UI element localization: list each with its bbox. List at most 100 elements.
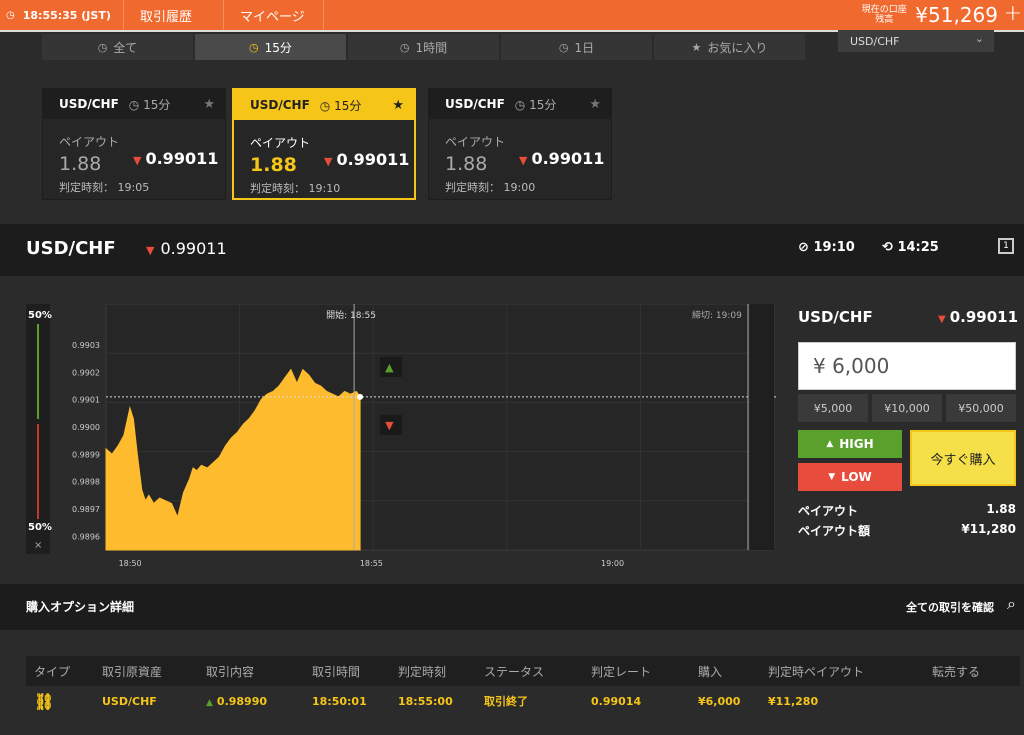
payout-value: 1.88 [59,153,102,175]
table-row[interactable]: ⛓ USD/CHF ▲ 0.98990 18:50:01 18:55:00 取引終… [26,686,1020,716]
pair-select[interactable]: USD/CHF ⌄ [838,30,994,52]
tab-1day[interactable]: ◷ 1日 [501,34,652,60]
option-card-selected[interactable]: USD/CHF ◷ 15分 ★ ペイアウト 1.88 ▼ 0.99011 判定時刻… [232,88,416,200]
low-button[interactable]: ▼ LOW [798,463,902,491]
header-cell: 転売する [932,664,981,679]
close-icon[interactable]: × [34,540,42,551]
star-icon[interactable]: ★ [203,97,215,112]
option-card[interactable]: USD/CHF ◷ 15分 ★ ペイアウト 1.88 ▼ 0.99011 判定時刻… [42,88,226,200]
asset-name: USD/CHF [26,238,116,259]
judge-time: 判定時刻： 19:00 [445,181,536,194]
trades-table: タイプ 取引原資産 取引内容 取引時間 判定時刻 ステータス 判定レート 購入 … [26,656,1020,716]
y-tick-label: 0.9901 [72,396,100,405]
header-cell: 判定時刻 [398,664,447,679]
tab-1hour[interactable]: ◷ 1時間 [348,34,499,60]
buy-now-button[interactable]: 今すぐ購入 [910,430,1016,486]
star-icon: ★ [691,40,702,54]
chevron-down-icon: ⌄ [974,32,984,45]
cell-payout: ¥11,280 [768,694,819,708]
clock-icon: ◷ [514,97,526,112]
star-icon[interactable]: ★ [392,98,404,113]
cell-purchase: ¥6,000 [698,694,741,708]
clock-icon: ◷ [399,40,410,54]
cell-time: 18:50:01 [312,694,367,708]
deposit-plus-button[interactable]: + [1004,2,1022,26]
card-header: USD/CHF ◷ 15分 ★ [234,90,414,120]
payout-value: 1.88 [445,153,488,175]
high-button[interactable]: ▲ HIGH [798,430,902,458]
quick-amount-50000[interactable]: ¥50,000 [946,394,1016,422]
mypage-link[interactable]: マイページ [224,0,324,30]
rate: ▼ 0.99011 [519,149,605,168]
gauge-bottom: 50% [28,522,52,533]
option-card[interactable]: USD/CHF ◷ 15分 ★ ペイアウト 1.88 ▼ 0.99011 判定時刻… [428,88,612,200]
tab-all[interactable]: ◷ 全て [42,34,193,60]
history-icon: ⟲ [882,240,893,255]
price-chart[interactable]: 0.9903 0.9902 0.9901 0.9900 0.9899 0.9898 0.98… [56,304,776,580]
star-icon[interactable]: ★ [589,97,601,112]
end-label: 締切: 19:09 [692,309,742,321]
payout-amount-row: ペイアウト額 ¥11,280 [798,522,1016,538]
x-tick-label: 18:50 [119,559,142,568]
timeframe-tabs: ◷ 全て ◷ 15分 ◷ 1時間 ◷ 1日 ★ お気に入り [42,34,807,60]
trade-rate: ▼ 0.99011 [938,308,1019,326]
trade-pair: USD/CHF [798,308,873,326]
down-arrow-icon: ▼ [828,472,836,482]
payout-label: ペイアウト [59,135,120,149]
y-tick-label: 0.9896 [72,532,100,541]
start-label: 開始: 18:55 [326,309,376,321]
cell-judge-rate: 0.99014 [591,694,642,708]
header-cell: 判定時ペイアウト [768,664,865,679]
payout-row: ペイアウト 1.88 [798,502,1016,518]
confirm-all-trades-link[interactable]: 全ての取引を確認 [906,599,994,615]
balance-label: 現在の口座残高 [861,5,907,25]
cell-asset: USD/CHF [102,694,157,708]
header-cell: 購入 [698,664,723,679]
gauge-top: 50% [28,310,52,321]
quick-amount-5000[interactable]: ¥5,000 [798,394,868,422]
header-cell: 取引時間 [312,664,361,679]
card-header: USD/CHF ◷ 15分 ★ [43,89,225,119]
down-arrow-icon: ▼ [324,155,333,168]
down-arrow-icon: ▼ [146,244,155,257]
down-arrow-icon: ▼ [519,154,528,167]
top-bar: ◷ 18:55:35 (JST) 取引履歴 マイページ 現在の口座残高 ¥51,… [0,0,1024,32]
down-arrow-icon: ▼ [133,154,142,167]
tab-15min[interactable]: ◷ 15分 [195,34,346,60]
rate: ▼ 0.99011 [133,149,219,168]
payout-label: ペイアウト [445,135,506,149]
tab-favorites[interactable]: ★ お気に入り [654,34,805,60]
chart-area: 50% 50% × 0.9903 0.9902 0.9901 0.9900 0.9899… [26,304,776,580]
cell-content: ▲ 0.98990 [206,694,268,708]
header-cell: 取引内容 [206,664,255,679]
up-arrow-icon: ▲ [826,439,834,449]
rate: ▼ 0.99011 [324,150,410,169]
up-arrow-icon: ▲ [206,697,213,708]
y-tick-label: 0.9897 [72,505,100,514]
gauge-low-bar [37,424,39,519]
closed-region [750,304,774,550]
cell-status: 取引終了 [484,695,528,708]
y-tick-label: 0.9900 [72,423,100,432]
search-icon[interactable]: ⌕ [1007,594,1016,614]
details-title: 購入オプション詳細 [26,600,135,614]
clock-icon: ◷ [128,97,140,112]
low-marker-icon: ▼ [385,419,394,432]
chain-link-icon: ⛓ [34,691,55,711]
y-tick-label: 0.9902 [72,368,100,377]
gauge-high-bar [37,324,39,419]
trade-history-link[interactable]: 取引履歴 [124,0,224,30]
card-header: USD/CHF ◷ 15分 ★ [429,89,611,119]
clock-icon: ◷ [319,98,331,113]
clock-icon: ◷ [97,40,108,54]
quick-amount-10000[interactable]: ¥10,000 [872,394,942,422]
balance-value: ¥51,269 [915,3,998,27]
amount-input[interactable]: ¥ 6,000 [798,342,1016,390]
expand-chart-icon[interactable]: 1 [998,238,1014,254]
y-tick-label: 0.9898 [72,478,100,487]
clock-icon: ◷ [249,40,259,54]
asset-rate: ▼ 0.99011 [146,239,227,258]
down-arrow-icon: ▼ [938,314,946,325]
cell-judge-time: 18:55:00 [398,694,453,708]
clock-icon: ◷ [558,40,569,54]
